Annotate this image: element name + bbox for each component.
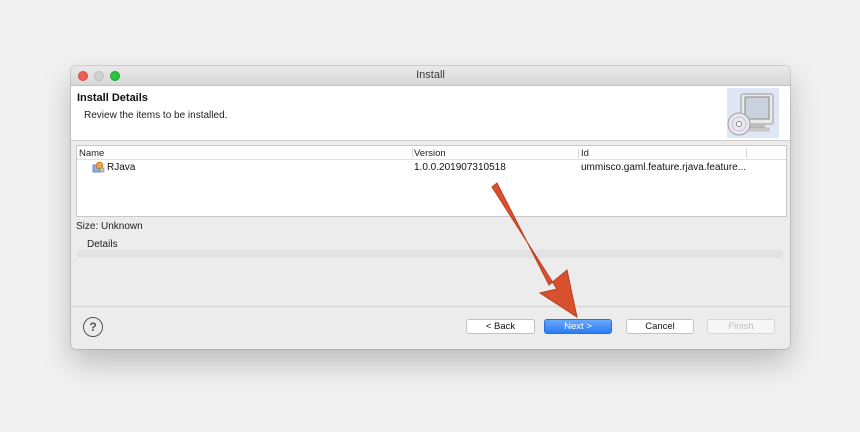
details-area [77,250,783,258]
help-icon[interactable]: ? [83,317,103,337]
install-dialog: Install Install Details Review the items… [71,66,790,349]
row-name: RJava [107,162,136,173]
column-divider [412,148,413,158]
title-bar: Install [71,66,790,86]
header-divider [77,159,786,160]
column-divider [746,148,747,158]
page-title: Install Details [77,92,148,104]
wizard-header: Install Details Review the items to be i… [71,86,790,141]
install-items-table[interactable]: Name Version Id RJava 1.0.0.201907310518… [76,145,787,217]
back-button[interactable]: < Back [466,319,535,334]
column-header-id[interactable]: Id [581,148,589,159]
computer-cd-icon [727,88,779,138]
window-title: Install [416,69,445,81]
details-label: Details [87,239,118,250]
row-id: ummisco.gaml.feature.rjava.feature... [581,162,747,173]
feature-plugin-icon [92,161,105,173]
column-header-name[interactable]: Name [79,148,104,159]
next-button[interactable]: Next > [544,319,612,334]
page-description: Review the items to be installed. [84,110,228,121]
finish-button[interactable]: Finish [707,319,775,334]
row-version: 1.0.0.201907310518 [414,162,506,173]
size-label: Size: Unknown [76,221,143,232]
column-header-version[interactable]: Version [414,148,446,159]
button-bar-divider [71,306,790,307]
column-divider [578,148,579,158]
cancel-button[interactable]: Cancel [626,319,694,334]
